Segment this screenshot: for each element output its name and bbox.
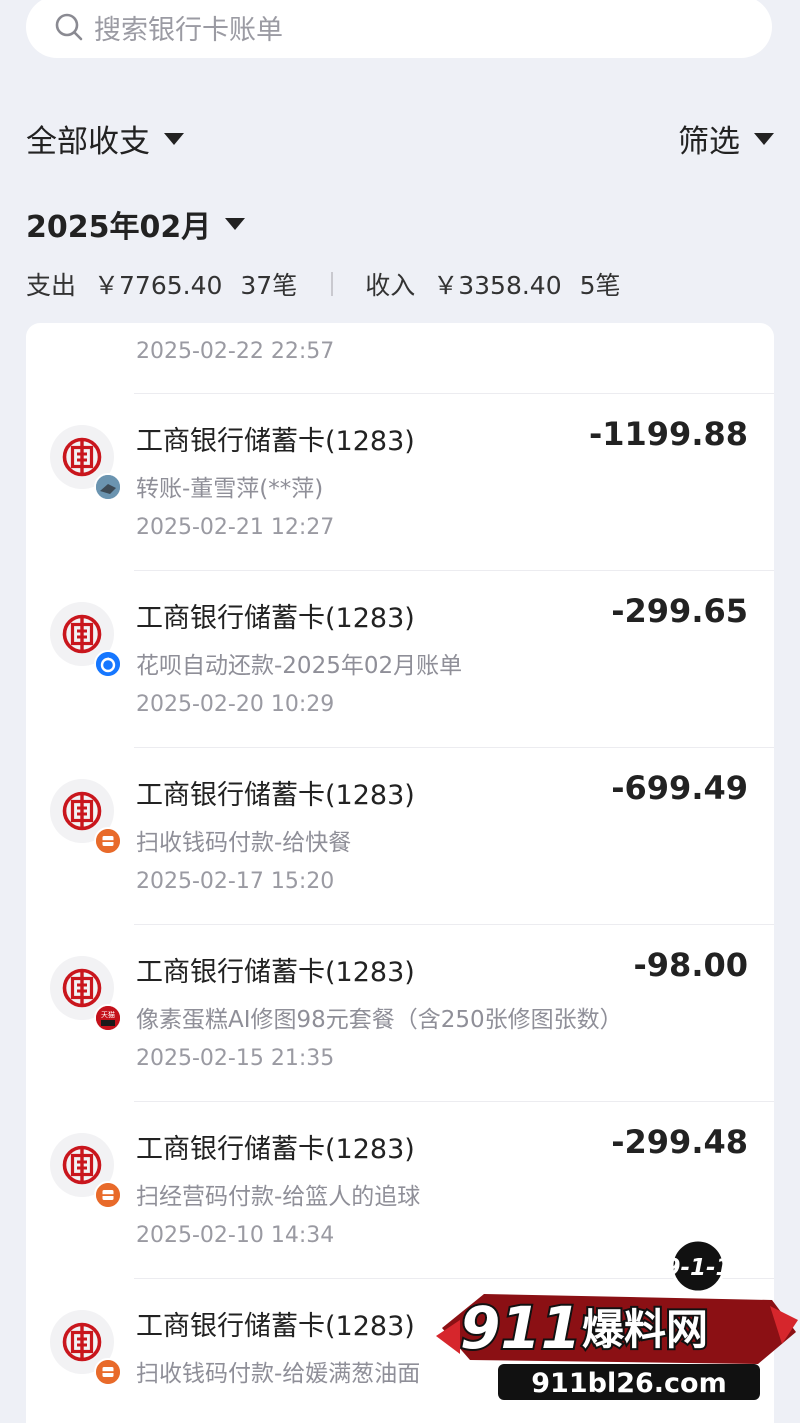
shop-icon <box>94 827 122 855</box>
watermark-badge-text: 9-1-1 <box>664 1255 731 1281</box>
search-bar[interactable]: 搜索银行卡账单 <box>26 0 772 58</box>
expense-amount: ￥7765.40 <box>94 271 223 300</box>
transaction-amount: -699.49 <box>611 769 748 807</box>
transaction-row[interactable]: 工商银行储蓄卡(1283) 转账-董雪萍(**萍) 2025-02-21 12:… <box>26 393 774 570</box>
huabei-icon <box>94 650 122 678</box>
filter-dropdown[interactable]: 筛选 <box>678 116 774 161</box>
account-name: 工商银行储蓄卡(1283) <box>136 957 415 988</box>
transaction-date: 2025-02-17 15:20 <box>136 869 335 894</box>
account-name: 工商银行储蓄卡(1283) <box>136 780 415 811</box>
transaction-row[interactable]: 天猫 工商银行储蓄卡(1283) 像素蛋糕AI修图98元套餐（含250张修图张数… <box>26 924 774 1101</box>
watermark-brand-name: 爆料网 <box>582 1305 708 1354</box>
account-name: 工商银行储蓄卡(1283) <box>136 1311 415 1342</box>
partial-transaction-date: 2025-02-22 22:57 <box>136 339 335 364</box>
account-name: 工商银行储蓄卡(1283) <box>136 1134 415 1165</box>
account-name: 工商银行储蓄卡(1283) <box>136 603 415 634</box>
search-placeholder: 搜索银行卡账单 <box>94 14 283 46</box>
transfer-avatar-icon <box>94 473 122 501</box>
caret-down-icon <box>754 132 774 145</box>
transaction-description: 花呗自动还款-2025年02月账单 <box>136 653 463 679</box>
transaction-description: 扫经营码付款-给篮人的追球 <box>136 1184 421 1210</box>
expense-count: 37笔 <box>240 271 298 300</box>
row-divider <box>134 924 774 925</box>
row-divider <box>134 393 774 394</box>
caret-down-icon <box>164 132 184 145</box>
transaction-date: 2025-02-20 10:29 <box>136 692 335 717</box>
income-amount: ￥3358.40 <box>433 271 562 300</box>
row-divider <box>134 1101 774 1102</box>
transaction-row[interactable]: 工商银行储蓄卡(1283) 花呗自动还款-2025年02月账单 2025-02-… <box>26 570 774 747</box>
filter-row: 全部收支 筛选 <box>26 116 774 162</box>
month-label: 2025年02月 <box>26 210 212 245</box>
shop-icon <box>94 1358 122 1386</box>
search-icon <box>55 13 83 41</box>
month-summary: 支出 ￥7765.40 37笔 收入 ￥3358.40 5笔 <box>26 266 621 302</box>
transaction-description: 扫收钱码付款-给媛满葱油面 <box>136 1361 421 1387</box>
transaction-amount: -1199.88 <box>588 415 748 453</box>
filter-label: 筛选 <box>678 124 740 160</box>
transaction-row[interactable]: 工商银行储蓄卡(1283) 扫收钱码付款-给快餐 2025-02-17 15:2… <box>26 747 774 924</box>
transaction-amount: -98.00 <box>633 946 749 984</box>
watermark-url: 911bl26.com <box>531 1368 726 1399</box>
transaction-description: 像素蛋糕AI修图98元套餐（含250张修图张数） <box>136 1007 623 1033</box>
transaction-description: 转账-董雪萍(**萍) <box>136 476 324 502</box>
tmall-icon: 天猫 <box>94 1004 122 1032</box>
transaction-description: 扫收钱码付款-给快餐 <box>136 830 352 856</box>
caret-down-icon <box>225 218 246 230</box>
account-name: 工商银行储蓄卡(1283) <box>136 426 415 457</box>
income-label: 收入 <box>365 271 416 300</box>
summary-divider <box>331 272 334 296</box>
month-selector[interactable]: 2025年02月 <box>26 202 246 246</box>
transaction-date: 2025-02-15 21:35 <box>136 1046 335 1071</box>
expense-label: 支出 <box>26 271 77 300</box>
shop-icon <box>94 1181 122 1209</box>
row-divider <box>134 570 774 571</box>
income-count: 5笔 <box>579 271 621 300</box>
row-divider <box>134 747 774 748</box>
watermark-logo: 9-1-1 911 爆料网 911bl26.com <box>436 1238 798 1400</box>
type-filter-label: 全部收支 <box>26 124 150 160</box>
transaction-date: 2025-02-21 12:27 <box>136 515 335 540</box>
type-filter-dropdown[interactable]: 全部收支 <box>26 116 184 161</box>
transaction-amount: -299.65 <box>611 592 748 630</box>
watermark-brand-number: 911 <box>460 1294 581 1362</box>
tmall-badge-text: 天猫 <box>101 1010 115 1019</box>
transaction-amount: -299.48 <box>611 1123 748 1161</box>
transaction-date: 2025-02-10 14:34 <box>136 1223 335 1248</box>
